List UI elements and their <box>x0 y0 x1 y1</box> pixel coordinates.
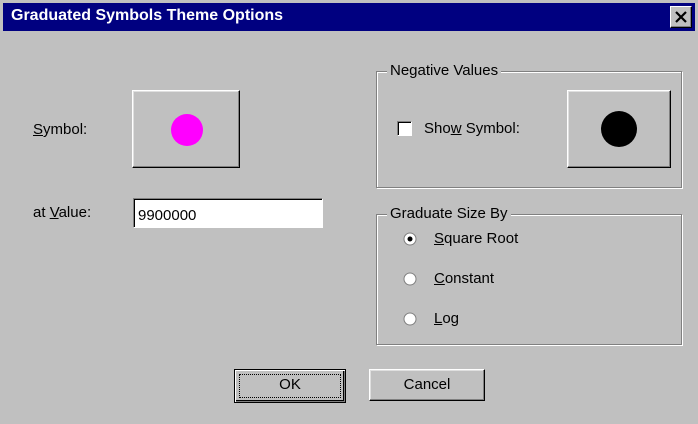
log-rest: og <box>442 310 460 327</box>
show-symbol-label-mnemonic: w <box>450 120 462 137</box>
constant-option-label[interactable]: Constant <box>434 270 494 287</box>
at-value-label-prefix: at <box>33 204 50 221</box>
ok-button[interactable]: OK <box>234 369 346 403</box>
graduate-size-by-group: Graduate Size By <box>376 205 682 345</box>
negative-values-group-label: Negative Values <box>387 62 502 79</box>
show-symbol-label[interactable]: Show Symbol: <box>424 120 520 137</box>
symbol-preview-icon <box>171 114 203 146</box>
at-value-label: at Value: <box>33 204 91 221</box>
at-value-label-mnemonic: V <box>49 204 59 221</box>
dialog-window: Graduated Symbols Theme Options Symbol: … <box>0 0 698 424</box>
at-value-label-rest: alue: <box>58 204 92 221</box>
show-symbol-checkbox[interactable] <box>397 121 412 136</box>
symbol-label: Symbol: <box>33 121 87 138</box>
title-bar[interactable]: Graduated Symbols Theme Options <box>3 3 695 31</box>
negative-symbol-preview-icon <box>601 111 637 147</box>
symbol-label-mnemonic: S <box>33 121 44 138</box>
log-option-label[interactable]: Log <box>434 310 459 327</box>
focus-ring <box>239 374 341 398</box>
at-value-input[interactable] <box>133 198 323 228</box>
graduate-size-by-group-label: Graduate Size By <box>387 205 511 222</box>
show-symbol-label-prefix: Sho <box>424 120 451 137</box>
close-button[interactable] <box>670 6 692 28</box>
cancel-button[interactable]: Cancel <box>369 369 485 401</box>
constant-mnemonic: C <box>434 270 445 287</box>
constant-radio[interactable] <box>403 272 417 286</box>
show-symbol-label-rest: Symbol: <box>461 120 520 137</box>
square-root-mnemonic: S <box>434 230 445 247</box>
dialog-title: Graduated Symbols Theme Options <box>11 7 284 24</box>
cancel-button-label: Cancel <box>403 376 451 393</box>
constant-rest: onstant <box>444 270 495 287</box>
square-root-rest: quare Root <box>444 230 519 247</box>
square-root-radio[interactable] <box>403 232 417 246</box>
close-icon <box>675 11 687 23</box>
symbol-button[interactable] <box>132 90 240 168</box>
negative-symbol-button[interactable] <box>567 90 671 168</box>
log-radio[interactable] <box>403 312 417 326</box>
square-root-option-label[interactable]: Square Root <box>434 230 518 247</box>
symbol-label-rest: ymbol: <box>43 121 88 138</box>
